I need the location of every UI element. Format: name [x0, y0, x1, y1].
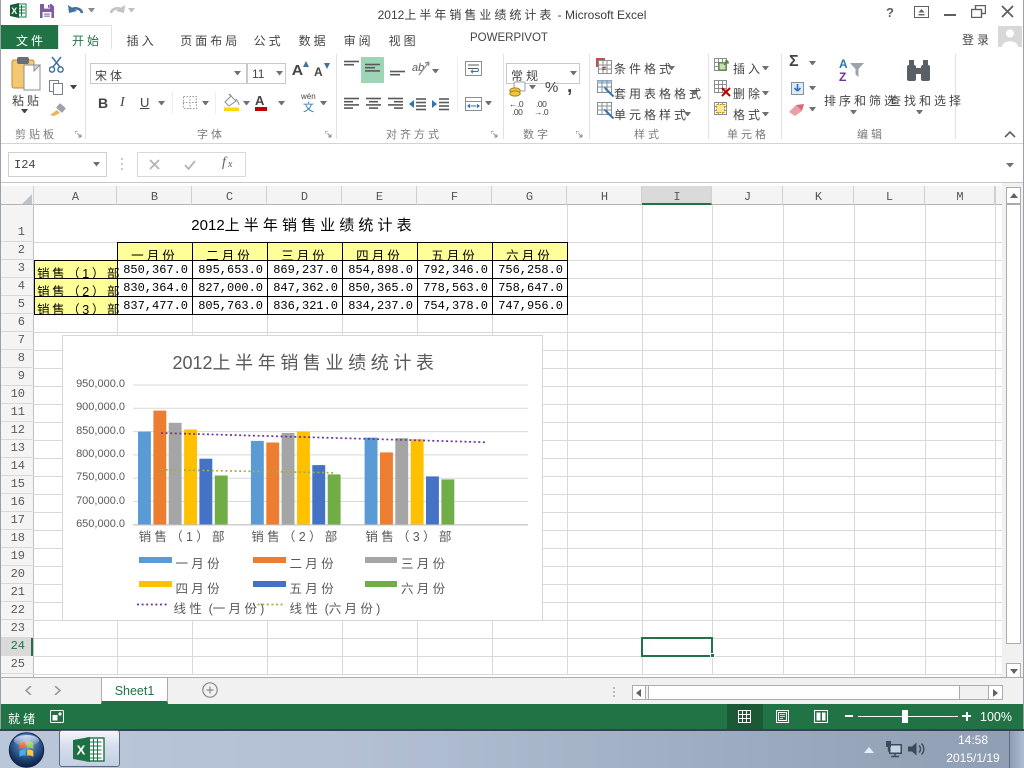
- svg-text:A: A: [839, 57, 848, 71]
- svg-text:≠: ≠: [602, 64, 607, 73]
- svg-text:X: X: [77, 743, 86, 758]
- svg-text:Z: Z: [839, 70, 846, 82]
